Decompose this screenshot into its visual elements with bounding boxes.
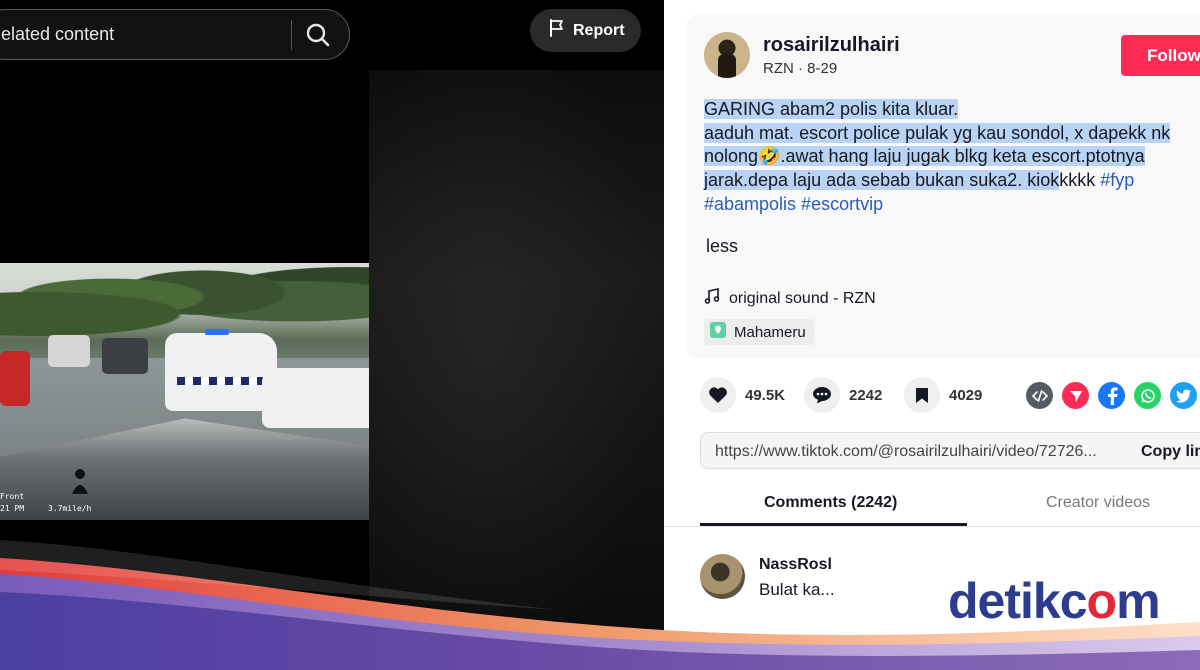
video-dashcam-figure bbox=[72, 469, 88, 494]
hashtag-fyp[interactable]: #fyp bbox=[1100, 170, 1134, 190]
location-label: Mahameru bbox=[734, 323, 806, 341]
video-osd-speed: 3.7mile/h bbox=[48, 504, 92, 513]
embed-icon[interactable] bbox=[1026, 382, 1053, 409]
description-card: rosairilzulhairi RZN · 8-29 Follow GARIN… bbox=[686, 14, 1200, 358]
video-dark-car bbox=[102, 338, 148, 374]
comment-count: 2242 bbox=[849, 386, 883, 404]
less-toggle[interactable]: less bbox=[706, 236, 738, 257]
police-light bbox=[205, 329, 229, 335]
hashtags-line[interactable]: #abampolis #escortvip bbox=[704, 194, 883, 214]
save-action[interactable]: 4029 bbox=[904, 377, 982, 413]
author-username[interactable]: rosairilzulhairi bbox=[763, 34, 900, 57]
video-white-car bbox=[48, 335, 90, 367]
tab-comments[interactable]: Comments (2242) bbox=[764, 494, 897, 512]
comment-tabs: Comments (2242) Creator videos bbox=[664, 480, 1200, 527]
copy-link-button[interactable]: Copy link bbox=[1141, 443, 1200, 461]
like-action[interactable]: 49.5K bbox=[700, 377, 785, 413]
whatsapp-icon[interactable] bbox=[1134, 382, 1161, 409]
report-button[interactable]: Report bbox=[530, 9, 641, 52]
flag-icon bbox=[549, 19, 565, 42]
comment-bubble-icon[interactable] bbox=[804, 377, 840, 413]
music-note-icon bbox=[704, 288, 720, 309]
watermark-text-o: o bbox=[1086, 573, 1118, 629]
follow-button[interactable]: Follow bbox=[1121, 35, 1200, 76]
like-count: 49.5K bbox=[745, 386, 786, 404]
watermark-text-c: c bbox=[1059, 573, 1088, 629]
copy-link-box: https://www.tiktok.com/@rosairilzulhairi… bbox=[700, 432, 1200, 469]
video-caption: GARING abam2 polis kita kluar. aaduh mat… bbox=[704, 98, 1200, 217]
location-pin-icon bbox=[710, 322, 726, 342]
caption-line-4: jarak.depa laju ada sebab bukan suka2. k… bbox=[704, 170, 1060, 191]
video-police-car bbox=[165, 329, 277, 411]
caption-line-1: GARING abam2 polis kita kluar. bbox=[704, 99, 959, 119]
bookmark-icon[interactable] bbox=[904, 377, 940, 413]
author-meta: RZN · 8-29 bbox=[763, 60, 838, 77]
tab-creator-videos[interactable]: Creator videos bbox=[1046, 494, 1150, 512]
action-bar: 49.5K 2242 4029 bbox=[700, 377, 1200, 413]
watermark-text-m: m bbox=[1116, 573, 1160, 629]
heart-icon[interactable] bbox=[700, 377, 736, 413]
police-stripe bbox=[177, 377, 267, 385]
watermark-text-a: detik bbox=[948, 573, 1061, 629]
search-icon[interactable] bbox=[303, 21, 333, 49]
search-input[interactable]: elated content bbox=[1, 24, 114, 45]
facebook-icon[interactable] bbox=[1098, 382, 1125, 409]
video-osd-front: Front bbox=[0, 492, 25, 501]
comment-action[interactable]: 2242 bbox=[804, 377, 882, 413]
search-divider bbox=[291, 20, 292, 50]
detikcom-watermark: detikcom bbox=[948, 572, 1161, 630]
video-white-car-right bbox=[262, 368, 369, 428]
active-tab-underline bbox=[700, 523, 967, 526]
video-frame[interactable]: Front 21 PM 3.7mile/h bbox=[0, 263, 369, 520]
video-osd-time: 21 PM bbox=[0, 504, 25, 513]
search-bar[interactable]: elated content bbox=[0, 9, 350, 60]
send-icon[interactable] bbox=[1062, 382, 1089, 409]
sound-link[interactable]: original sound - RZN bbox=[704, 288, 876, 309]
video-url[interactable]: https://www.tiktok.com/@rosairilzulhairi… bbox=[715, 443, 1097, 461]
report-label: Report bbox=[573, 21, 625, 39]
caption-line-2: aaduh mat. escort police pulak yg kau so… bbox=[704, 122, 1171, 143]
twitter-icon[interactable] bbox=[1170, 382, 1197, 409]
save-count: 4029 bbox=[949, 386, 983, 404]
video-red-car bbox=[0, 351, 30, 406]
caption-line-4-tail: kkkk bbox=[1059, 170, 1101, 191]
author-avatar[interactable] bbox=[704, 32, 750, 78]
sound-label: original sound - RZN bbox=[729, 289, 876, 307]
location-tag[interactable]: Mahameru bbox=[704, 319, 814, 345]
caption-line-3: nolong🤣.awat hang laju jugak blkg keta e… bbox=[704, 146, 1145, 167]
